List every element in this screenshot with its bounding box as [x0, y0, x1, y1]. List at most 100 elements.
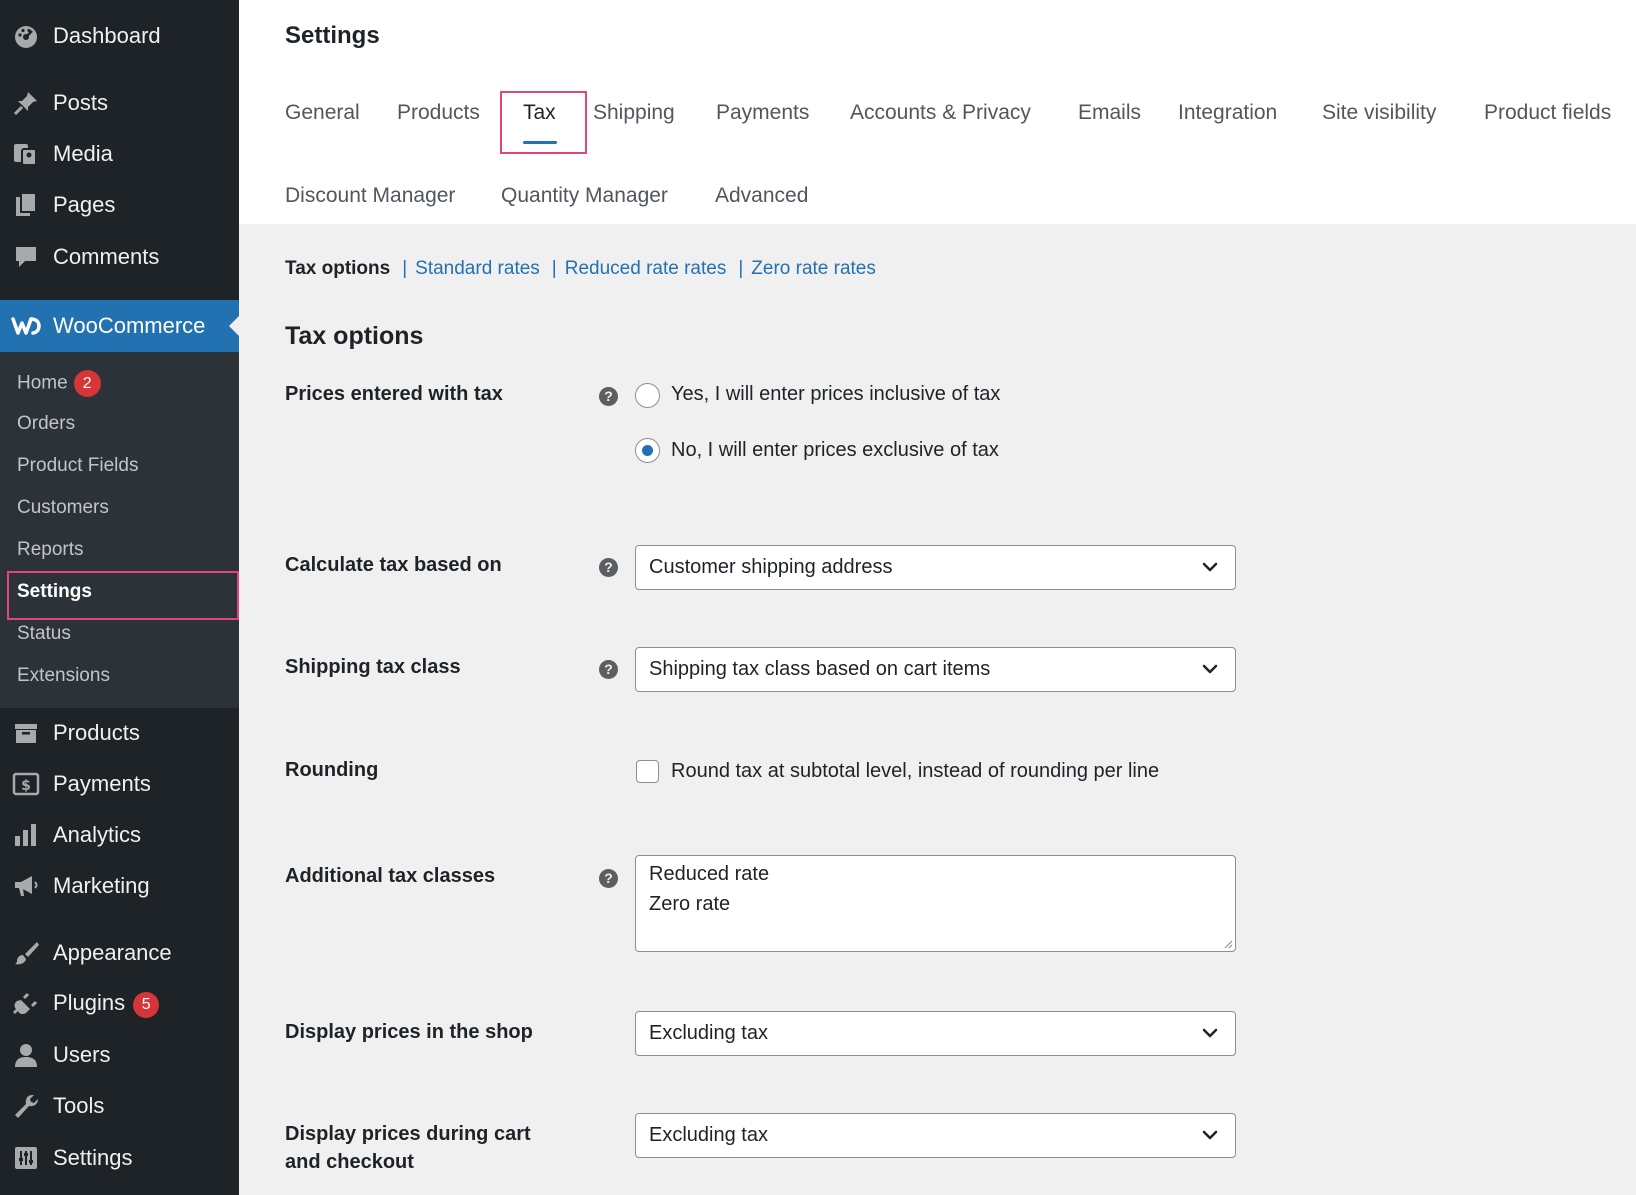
- tab-emails[interactable]: Emails: [1078, 101, 1141, 125]
- shipping-tax-class-label: Shipping tax class: [285, 656, 461, 678]
- tax-class-line: Reduced rate: [649, 863, 770, 885]
- display-shop-label: Display prices in the shop: [285, 1021, 533, 1043]
- calculate-tax-select[interactable]: Customer shipping address: [635, 545, 1236, 590]
- additional-tax-classes-label: Additional tax classes: [285, 865, 496, 887]
- sidebar-item-label: Plugins 5: [53, 990, 160, 1018]
- sidebar-item-pages[interactable]: Pages: [0, 181, 239, 229]
- help-icon[interactable]: ?: [599, 660, 618, 679]
- prices-exclusive-radio[interactable]: [635, 438, 660, 463]
- tab-site-visibility[interactable]: Site visibility: [1322, 101, 1436, 125]
- svg-text:$: $: [21, 778, 31, 794]
- archive-icon: [12, 719, 40, 747]
- tax-tab-highlight-box: [500, 91, 587, 154]
- round-subtotal-label[interactable]: Round tax at subtotal level, instead of …: [671, 760, 1159, 783]
- submenu-item-label: Product Fields: [17, 455, 139, 476]
- section-title: Tax options: [285, 322, 424, 350]
- chevron-down-icon: [1202, 562, 1218, 572]
- submenu-item-reports[interactable]: Reports: [17, 539, 84, 561]
- display-cart-label-line2: and checkout: [285, 1151, 414, 1173]
- sidebar-item-label: Tools: [53, 1093, 105, 1118]
- tab-quantity-manager[interactable]: Quantity Manager: [501, 184, 668, 208]
- sidebar-item-posts[interactable]: Posts: [0, 79, 239, 127]
- sidebar-item-analytics[interactable]: Analytics: [0, 811, 239, 859]
- chevron-down-icon: [1202, 1028, 1218, 1038]
- sidebar-item-tools[interactable]: Tools: [0, 1082, 239, 1130]
- prices-inclusive-radio[interactable]: [635, 383, 660, 408]
- sidebar-item-users[interactable]: Users: [0, 1031, 239, 1079]
- subnav-link-standard-rates[interactable]: Standard rates: [415, 258, 540, 279]
- sidebar-item-payments[interactable]: $ Payments: [0, 760, 239, 808]
- plug-icon: [12, 990, 40, 1018]
- submenu-item-label: Home: [17, 372, 68, 394]
- display-shop-select[interactable]: Excluding tax: [635, 1011, 1236, 1056]
- sidebar-item-label: Appearance: [53, 940, 172, 965]
- submenu-item-label: Extensions: [17, 665, 110, 686]
- rounding-label: Rounding: [285, 759, 379, 781]
- resize-grip-icon[interactable]: [1223, 939, 1233, 949]
- sidebar-item-products[interactable]: Products: [0, 709, 239, 757]
- help-icon[interactable]: ?: [599, 558, 618, 577]
- subnav-link-reduced-rate[interactable]: Reduced rate rates: [565, 258, 727, 279]
- tab-shipping[interactable]: Shipping: [593, 101, 675, 125]
- tab-discount-manager[interactable]: Discount Manager: [285, 184, 455, 208]
- subnav-separator: |: [738, 258, 744, 279]
- sidebar-item-label-text: Plugins: [53, 990, 126, 1016]
- tab-accounts-privacy[interactable]: Accounts & Privacy: [850, 101, 1031, 125]
- paintbrush-icon: [12, 939, 40, 967]
- update-count-badge: 2: [73, 370, 101, 397]
- sidebar-item-comments[interactable]: Comments: [0, 233, 239, 281]
- tab-products[interactable]: Products: [397, 101, 480, 125]
- sliders-icon: [12, 1144, 40, 1172]
- subnav-link-zero-rate[interactable]: Zero rate rates: [751, 258, 876, 279]
- tax-subnav: Tax options | Standard rates | Reduced rate …: [285, 258, 876, 280]
- sidebar-item-appearance[interactable]: Appearance: [0, 929, 239, 977]
- sidebar-item-media[interactable]: Media: [0, 130, 239, 178]
- tab-advanced[interactable]: Advanced: [715, 184, 808, 208]
- tab-payments[interactable]: Payments: [716, 101, 809, 125]
- submenu-item-status[interactable]: Status: [17, 623, 71, 645]
- sidebar-item-label: WooCommerce: [53, 313, 206, 338]
- admin-sidebar: Dashboard Posts Media Pages Comments Woo…: [0, 0, 239, 1195]
- tax-class-line: Zero rate: [649, 893, 731, 915]
- current-menu-arrow: [229, 316, 239, 336]
- update-count-badge: 5: [133, 991, 160, 1018]
- subnav-current: Tax options: [285, 258, 391, 279]
- submenu-item-orders[interactable]: Orders: [17, 413, 75, 435]
- sidebar-item-label: Comments: [53, 244, 160, 269]
- tab-general[interactable]: General: [285, 101, 360, 125]
- settings-highlight-box: [7, 571, 239, 620]
- display-cart-select[interactable]: Excluding tax: [635, 1113, 1236, 1158]
- submenu-item-label: Customers: [17, 497, 109, 518]
- sidebar-item-woocommerce[interactable]: WooCommerce: [0, 300, 239, 352]
- select-value: Excluding tax: [649, 1124, 768, 1146]
- round-subtotal-checkbox[interactable]: [636, 760, 659, 783]
- prices-exclusive-label[interactable]: No, I will enter prices exclusive of tax: [671, 439, 999, 462]
- user-icon: [12, 1041, 40, 1069]
- sidebar-item-label: Posts: [53, 90, 109, 115]
- help-icon[interactable]: ?: [599, 387, 618, 406]
- display-cart-label-line1: Display prices during cart: [285, 1123, 531, 1145]
- sidebar-item-plugins[interactable]: Plugins 5: [0, 980, 239, 1028]
- sidebar-item-dashboard[interactable]: Dashboard: [0, 12, 239, 60]
- shipping-tax-class-select[interactable]: Shipping tax class based on cart items: [635, 647, 1236, 692]
- submenu-item-label: Status: [17, 623, 71, 644]
- sidebar-item-label: Dashboard: [53, 23, 161, 48]
- tab-product-fields[interactable]: Product fields: [1484, 101, 1611, 125]
- subnav-separator: |: [402, 258, 408, 279]
- prices-entered-label: Prices entered with tax: [285, 383, 503, 405]
- prices-inclusive-label[interactable]: Yes, I will enter prices inclusive of ta…: [671, 383, 1000, 406]
- dashboard-icon: [12, 22, 40, 50]
- sidebar-item-settings[interactable]: Settings: [0, 1134, 239, 1182]
- sidebar-item-label: Media: [53, 141, 113, 166]
- sidebar-item-marketing[interactable]: Marketing: [0, 862, 239, 910]
- tab-integration[interactable]: Integration: [1178, 101, 1277, 125]
- submenu-item-extensions[interactable]: Extensions: [17, 665, 110, 687]
- submenu-item-product-fields[interactable]: Product Fields: [17, 455, 138, 477]
- help-icon[interactable]: ?: [599, 869, 618, 888]
- submenu-item-customers[interactable]: Customers: [17, 497, 109, 519]
- media-icon: [12, 140, 40, 168]
- additional-tax-classes-textarea[interactable]: Reduced rate Zero rate: [635, 855, 1236, 952]
- pin-icon: [12, 89, 40, 117]
- select-value: Shipping tax class based on cart items: [649, 658, 991, 680]
- submenu-item-home[interactable]: Home 2: [17, 370, 101, 397]
